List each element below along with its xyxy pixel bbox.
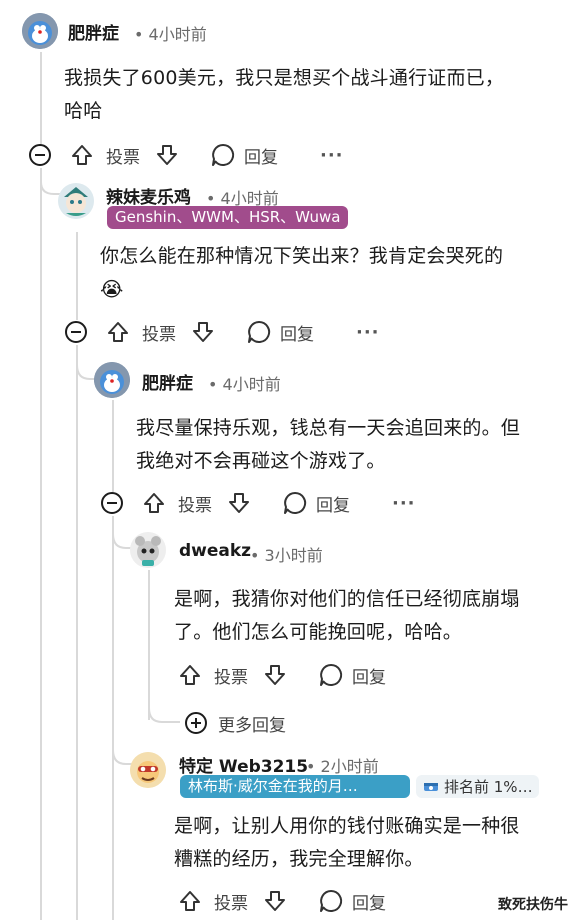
more-replies-button[interactable]: 更多回复: [184, 708, 286, 738]
collapse-icon: [101, 492, 123, 514]
comment-line: 哈哈: [64, 100, 103, 122]
thread-connector: [148, 690, 180, 723]
rank-badge-label: 排名前 1%…: [444, 778, 533, 796]
reply-button[interactable]: 回复: [318, 660, 386, 690]
reply-button[interactable]: 回复: [246, 317, 314, 347]
thread-line-c3-children: [112, 516, 114, 920]
comment-text: 是啊，让别人用你的钱付账确实是一种很 糟糕的经历，我完全理解你。: [174, 810, 566, 876]
downvote-button[interactable]: [191, 317, 215, 347]
downvote-button[interactable]: [263, 660, 287, 690]
more-options-button[interactable]: ···: [392, 488, 416, 518]
downvote-icon: [229, 493, 249, 513]
rank-badge: 排名前 1%…: [416, 775, 539, 798]
reply-button[interactable]: 回复: [282, 488, 350, 518]
upvote-button[interactable]: [70, 140, 94, 170]
upvote-button[interactable]: [178, 886, 202, 916]
username[interactable]: dweakz: [179, 541, 251, 561]
plus-circle-icon: [185, 712, 207, 734]
thread-line-c2: [76, 232, 78, 320]
timestamp: • 4小时前: [134, 25, 207, 44]
upvote-icon: [108, 322, 128, 342]
upvote-icon: [144, 493, 164, 513]
collapse-button[interactable]: [64, 317, 88, 347]
downvote-button[interactable]: [263, 886, 287, 916]
username[interactable]: 肥胖症: [68, 19, 119, 44]
thread-line-c3: [112, 400, 114, 492]
thread-line-c2-children: [76, 345, 78, 920]
comment-text: 你怎么能在那种情况下笑出来？我肯定会哭死的 😭: [100, 240, 560, 306]
vote-label: 投票: [214, 667, 248, 688]
upvote-button[interactable]: [178, 660, 202, 690]
avatar[interactable]: [130, 532, 166, 568]
timestamp: • 2小时前: [306, 757, 379, 776]
reply-label: 回复: [244, 147, 278, 168]
downvote-icon: [265, 891, 285, 911]
more-icon: ···: [356, 321, 380, 343]
comment-line: 是啊，让别人用你的钱付账确实是一种很: [174, 815, 520, 837]
more-options-button[interactable]: ···: [320, 140, 344, 170]
comment-text: 我尽量保持乐观，钱总有一天会追回来的。但 我绝对不会再碰这个游戏了。: [136, 412, 566, 478]
comment-line: 是啊，我猜你对他们的信任已经彻底崩塌: [174, 588, 520, 610]
reply-button[interactable]: 回复: [318, 886, 386, 916]
comment-line: 了。他们怎么可能挽回呢，哈哈。: [174, 621, 463, 643]
upvote-icon: [72, 145, 92, 165]
comment-emoji: 😭: [100, 277, 124, 301]
reply-button[interactable]: 回复: [210, 140, 278, 170]
comment-line: 我损失了600美元，我只是想买个战斗通行证而已，: [64, 67, 505, 89]
collapse-button[interactable]: [100, 488, 124, 518]
watermark: 致死扶伤牛: [498, 897, 568, 913]
username[interactable]: 辣妹麦乐鸡: [106, 183, 191, 208]
vote-label: 投票: [214, 893, 248, 914]
reply-bubble-icon: [320, 663, 343, 686]
reply-bubble-icon: [284, 491, 307, 514]
thread-line-c1: [40, 52, 42, 148]
more-replies-label: 更多回复: [218, 715, 286, 736]
downvote-button[interactable]: [227, 488, 251, 518]
username[interactable]: 肥胖症: [142, 369, 193, 394]
avatar[interactable]: [58, 183, 94, 219]
upvote-button[interactable]: [106, 317, 130, 347]
comment-line: 我绝对不会再碰这个游戏了。: [136, 450, 386, 472]
reply-bubble-icon: [320, 889, 343, 912]
timestamp: • 4小时前: [208, 375, 281, 394]
downvote-icon: [193, 322, 213, 342]
collapse-icon: [65, 321, 87, 343]
vote-label: 投票: [178, 495, 212, 516]
username[interactable]: 特定 Web3215: [179, 752, 308, 777]
downvote-icon: [157, 145, 177, 165]
comment-line: 糟糕的经历，我完全理解你。: [174, 848, 424, 870]
thread-line-c1-children: [40, 168, 42, 920]
vote-label: 投票: [106, 147, 140, 168]
upvote-icon: [180, 665, 200, 685]
reply-label: 回复: [352, 893, 386, 914]
reply-bubble-icon: [248, 320, 271, 343]
more-icon: ···: [320, 144, 344, 166]
user-flair: Genshin、WWM、HSR、Wuwa: [107, 206, 349, 229]
reply-label: 回复: [280, 324, 314, 345]
collapse-button[interactable]: [28, 140, 52, 170]
reply-label: 回复: [316, 495, 350, 516]
comment-text: 是啊，我猜你对他们的信任已经彻底崩塌 了。他们怎么可能挽回呢，哈哈。: [174, 583, 566, 649]
more-options-button[interactable]: ···: [356, 317, 380, 347]
collapse-icon: [29, 144, 51, 166]
avatar[interactable]: [22, 13, 58, 49]
vote-label: 投票: [142, 324, 176, 345]
avatar[interactable]: [94, 362, 130, 398]
upvote-button[interactable]: [142, 488, 166, 518]
comment-text: 我损失了600美元，我只是想买个战斗通行证而已， 哈哈: [64, 62, 564, 128]
avatar[interactable]: [130, 752, 166, 788]
comment-line: 你怎么能在那种情况下笑出来？我肯定会哭死的: [100, 245, 504, 267]
upvote-icon: [180, 891, 200, 911]
reply-bubble-icon: [212, 143, 235, 166]
more-icon: ···: [392, 492, 416, 514]
timestamp: • 3小时前: [250, 546, 323, 565]
trophy-icon: [424, 782, 438, 791]
downvote-icon: [265, 665, 285, 685]
comment-line: 我尽量保持乐观，钱总有一天会追回来的。但: [136, 417, 521, 439]
downvote-button[interactable]: [155, 140, 179, 170]
user-flair: 林布斯·威尔金在我的月…: [180, 775, 410, 798]
reply-label: 回复: [352, 667, 386, 688]
